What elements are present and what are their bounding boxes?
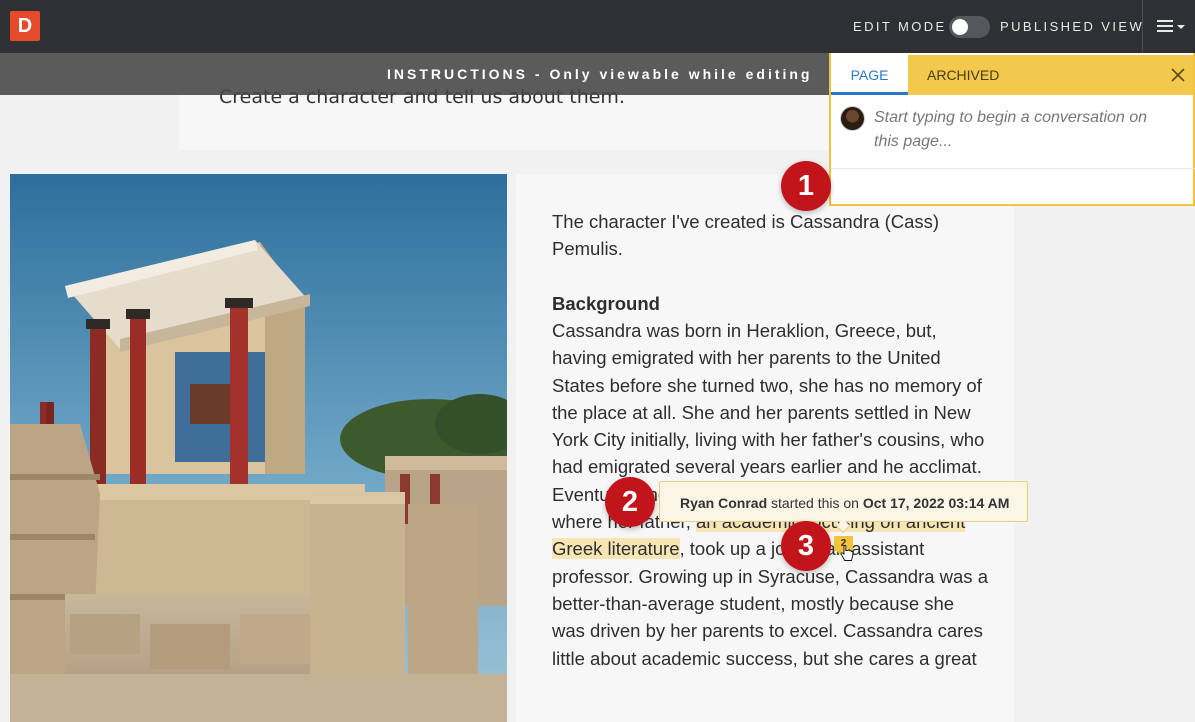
user-avatar (840, 106, 865, 131)
tab-page[interactable]: PAGE (831, 55, 908, 95)
hamburger-icon (1157, 20, 1173, 22)
comment-tooltip: Ryan Conrad started this on Oct 17, 2022… (659, 481, 1028, 534)
toggle-knob (952, 19, 968, 35)
callout-1: 1 (781, 161, 831, 211)
chevron-down-icon (1177, 25, 1185, 29)
instructions-banner-label: INSTRUCTIONS - Only viewable while editi… (387, 66, 813, 82)
tooltip-text: Ryan Conrad started this on Oct 17, 2022… (680, 495, 1009, 511)
body-text-1: Cassandra was born in Heraklion, Greece,… (552, 320, 985, 478)
panel-tabs: PAGE ARCHIVED (831, 55, 1193, 95)
published-view-label: PUBLISHED VIEW (1000, 19, 1145, 34)
panel-divider (831, 168, 1195, 169)
callout-3: 3 (781, 521, 831, 571)
top-bar: D EDIT MODE PUBLISHED VIEW (0, 0, 1195, 53)
background-heading: Background (552, 293, 660, 314)
edit-mode-label: EDIT MODE (853, 19, 947, 34)
callout-2: 2 (605, 477, 655, 527)
intro-paragraph: The character I've created is Cassandra … (552, 211, 940, 260)
menu-divider (1142, 0, 1143, 53)
ruins-photo (10, 174, 507, 722)
tooltip-middle: started this on (767, 495, 863, 511)
app-logo[interactable]: D (10, 11, 40, 41)
close-icon[interactable] (1166, 63, 1190, 87)
hamburger-icon-bar (1157, 25, 1173, 27)
body-text-2: acclimat (908, 456, 977, 478)
conversation-input[interactable]: Start typing to begin a conversation on … (874, 106, 1174, 154)
hand-cursor-icon (840, 544, 854, 568)
edit-mode-toggle[interactable] (949, 16, 990, 38)
tooltip-date: Oct 17, 2022 03:14 AM (862, 495, 1010, 511)
hamburger-icon-bar (1157, 30, 1173, 32)
hamburger-menu-button[interactable] (1155, 18, 1189, 36)
comment-panel: PAGE ARCHIVED Start typing to begin a co… (829, 53, 1195, 206)
tooltip-author: Ryan Conrad (680, 495, 768, 511)
tab-archived[interactable]: ARCHIVED (927, 55, 999, 95)
instructions-banner: INSTRUCTIONS - Only viewable while editi… (0, 53, 829, 95)
